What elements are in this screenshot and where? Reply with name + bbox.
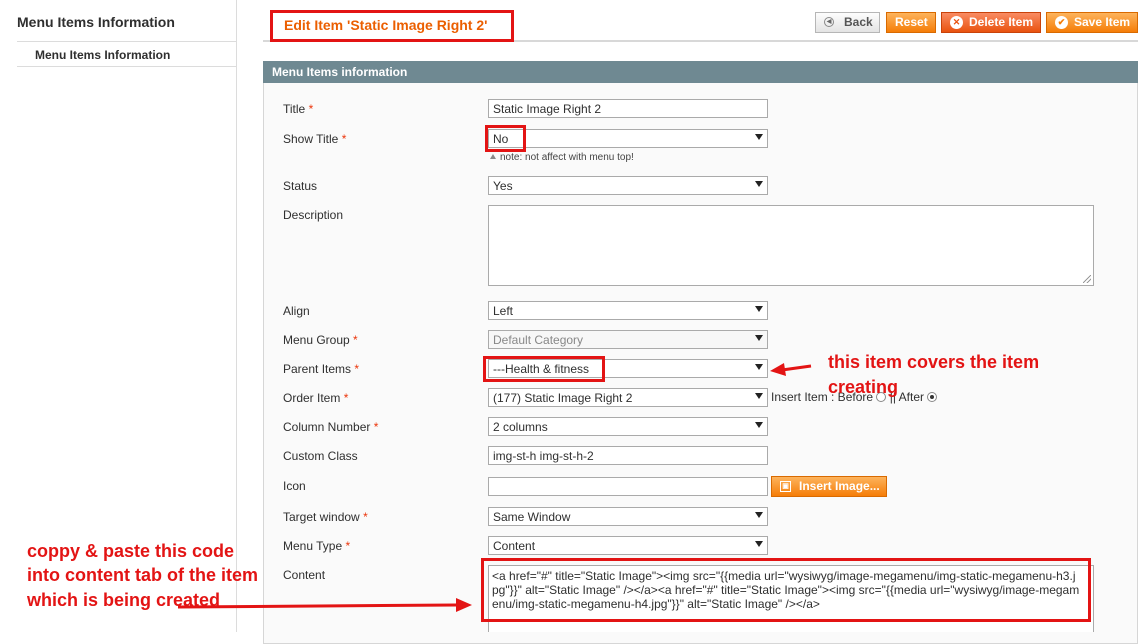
sidebar: Menu Items Information Menu Items Inform… — [0, 0, 237, 632]
chevron-down-icon — [755, 541, 763, 547]
annotation-content-line2: into content tab of the item — [27, 565, 258, 585]
custom-class-label: Custom Class — [283, 449, 358, 463]
description-textarea[interactable] — [488, 205, 1094, 286]
annotation-parent-line1: this item covers the item — [828, 352, 1040, 372]
sidebar-item-label: Menu Items Information — [35, 48, 171, 62]
back-arrow-icon: ◀ — [824, 17, 834, 27]
align-label: Align — [283, 304, 310, 318]
icon-label: Icon — [283, 479, 306, 493]
status-label: Status — [283, 179, 318, 193]
reset-button-label: Reset — [895, 15, 928, 29]
delete-button-label: Delete Item — [969, 15, 1034, 29]
sidebar-title: Menu Items Information — [17, 14, 175, 30]
status-select[interactable]: Yes — [488, 176, 768, 195]
save-button-label: Save Item — [1074, 15, 1131, 29]
chevron-down-icon — [755, 306, 763, 312]
chevron-down-icon — [755, 364, 763, 370]
title-input[interactable]: Static Image Right 2 — [488, 99, 768, 118]
menu-group-select[interactable]: Default Category — [488, 330, 768, 349]
show-title-note: note: not affect with menu top! — [490, 152, 634, 163]
delete-icon: ✕ — [950, 16, 963, 29]
order-item-label: Order Item * — [283, 391, 349, 405]
annotation-content-line3: which is being created — [27, 590, 221, 610]
annotation-content-line1: coppy & paste this code — [27, 541, 235, 561]
delete-item-button[interactable]: ✕ Delete Item — [941, 12, 1041, 33]
target-window-select[interactable]: Same Window — [488, 507, 768, 526]
insert-after-radio[interactable] — [927, 392, 938, 402]
target-window-label: Target window * — [283, 510, 368, 524]
parent-items-label: Parent Items * — [283, 362, 360, 376]
column-number-select[interactable]: 2 columns — [488, 417, 768, 436]
menu-type-label: Menu Type * — [283, 539, 351, 553]
menu-type-select[interactable]: Content — [488, 536, 768, 555]
show-title-label: Show Title * — [283, 132, 347, 146]
back-button[interactable]: ◀ Back — [815, 12, 880, 33]
reset-button[interactable]: Reset — [886, 12, 936, 33]
content-label: Content — [283, 568, 326, 582]
custom-class-input[interactable]: img-st-h img-st-h-2 — [488, 446, 768, 465]
annotation-box-content — [481, 558, 1091, 622]
annotation-box-show-title — [485, 125, 526, 152]
description-label: Description — [283, 208, 344, 222]
back-button-label: Back — [844, 15, 873, 29]
annotation-box-parent-items — [483, 356, 605, 382]
checkmark-icon: ✔ — [1055, 16, 1068, 29]
chevron-down-icon — [755, 181, 763, 187]
chevron-down-icon — [755, 393, 763, 399]
insert-image-button[interactable]: ▣ Insert Image... — [771, 476, 887, 497]
align-select[interactable]: Left — [488, 301, 768, 320]
resize-handle-icon[interactable] — [1083, 275, 1091, 283]
section-title: Menu Items information — [272, 65, 408, 79]
chevron-down-icon — [755, 422, 763, 428]
order-item-select[interactable]: (177) Static Image Right 2 — [488, 388, 768, 407]
column-number-label: Column Number * — [283, 420, 379, 434]
save-item-button[interactable]: ✔ Save Item — [1046, 12, 1138, 33]
insert-after-label: After — [898, 390, 924, 404]
annotation-parent-line2: creating — [828, 377, 899, 397]
annotation-box-title — [270, 10, 514, 42]
sidebar-item-menu-items-information[interactable]: Menu Items Information — [17, 42, 236, 67]
chevron-down-icon — [755, 134, 763, 140]
menu-group-label: Menu Group * — [283, 333, 358, 347]
show-title-select[interactable]: No — [488, 129, 768, 148]
note-arrow-icon — [490, 154, 496, 159]
title-label: Title * — [283, 102, 314, 116]
image-icon: ▣ — [780, 481, 791, 492]
section-header: Menu Items information — [263, 61, 1138, 83]
chevron-down-icon — [755, 512, 763, 518]
icon-input[interactable] — [488, 477, 768, 496]
chevron-down-icon — [755, 335, 763, 341]
insert-image-label: Insert Image... — [799, 479, 880, 493]
